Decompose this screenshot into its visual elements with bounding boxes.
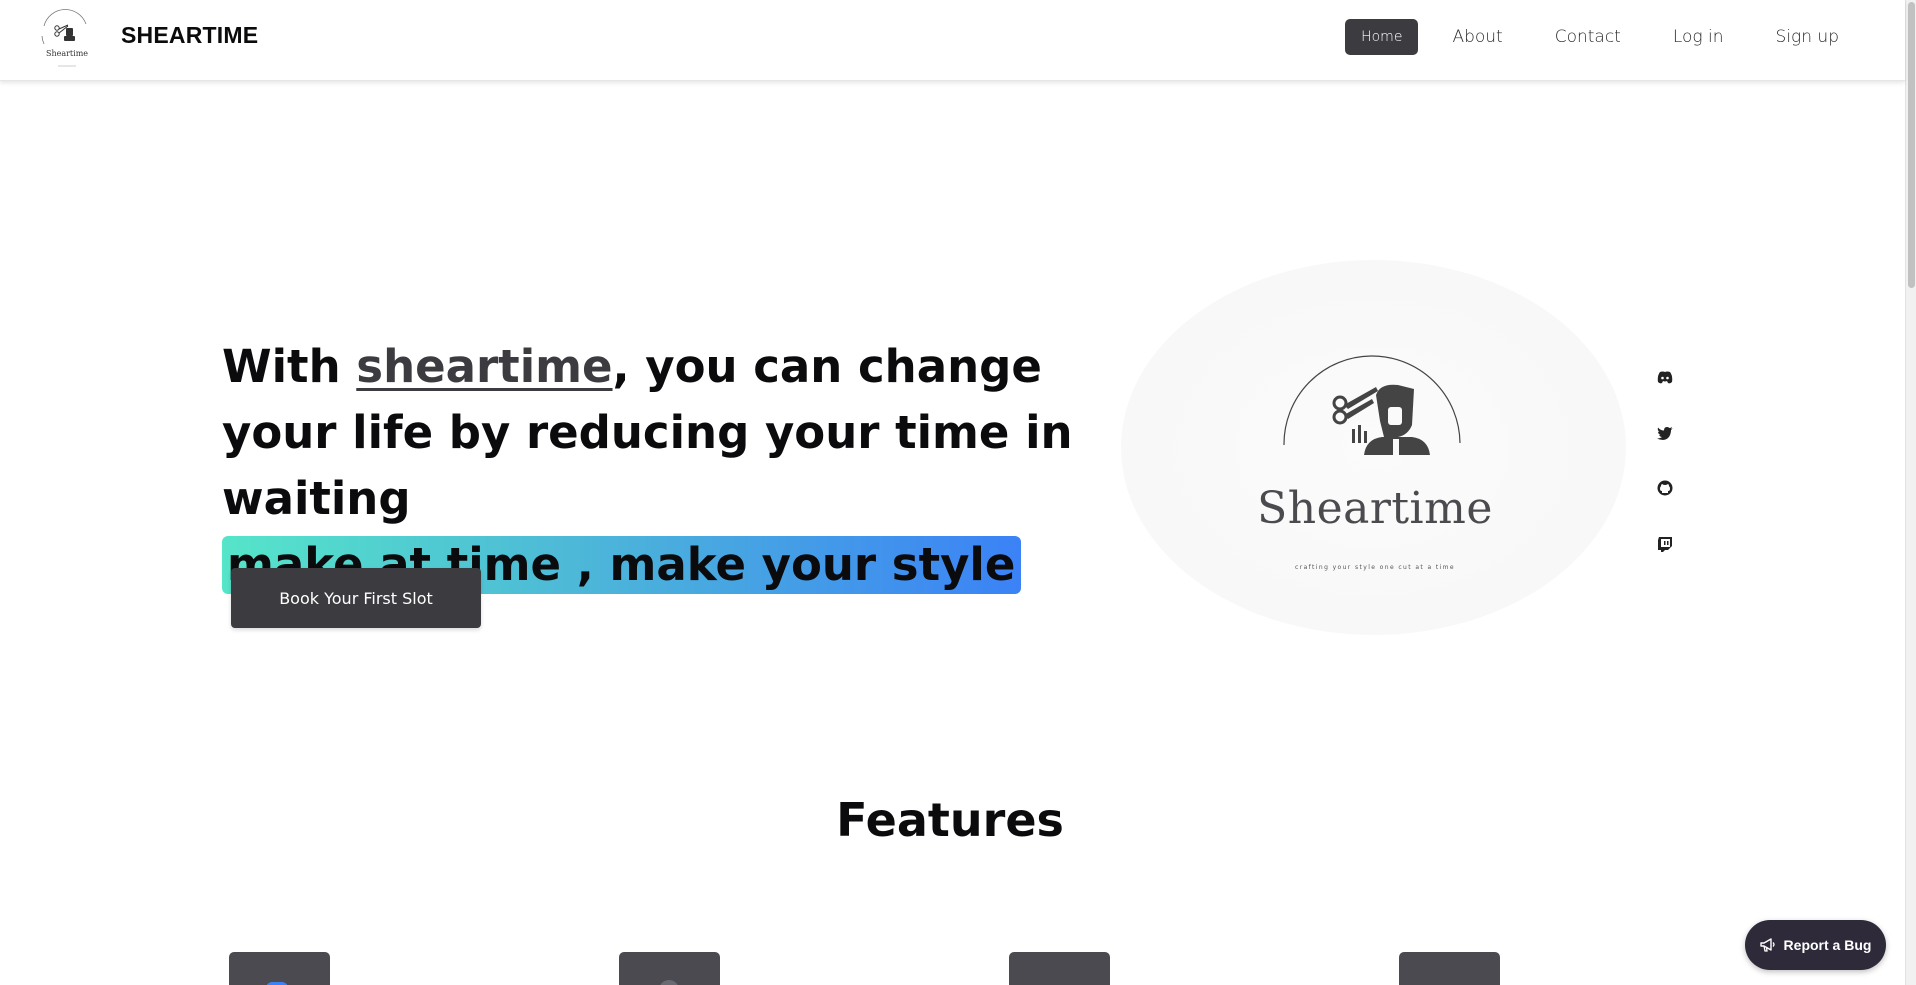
report-bug-button[interactable]: Report a Bug bbox=[1745, 920, 1886, 970]
site-header: Sheartime SHEARTIME Home About Contact L… bbox=[0, 0, 1905, 81]
hero-logo-tagline: crafting your style one cut at a time bbox=[1295, 564, 1455, 571]
svg-text:Sheartime: Sheartime bbox=[46, 49, 88, 58]
hero-title-highlight: sheartime bbox=[356, 340, 613, 393]
feature-card bbox=[1399, 952, 1500, 985]
megaphone-icon bbox=[1759, 938, 1775, 952]
github-icon[interactable] bbox=[1655, 478, 1675, 498]
discord-icon[interactable] bbox=[1655, 367, 1675, 387]
header-logo[interactable]: Sheartime bbox=[28, 6, 106, 74]
nav-contact[interactable]: Contact bbox=[1537, 19, 1639, 55]
feature-card bbox=[619, 952, 720, 985]
feature-icon bbox=[659, 980, 679, 985]
scrollbar-thumb[interactable] bbox=[1908, 2, 1915, 288]
main-nav: Home About Contact Log in Sign up bbox=[1345, 19, 1857, 55]
feature-card bbox=[1009, 952, 1110, 985]
book-first-slot-button[interactable]: Book Your First Slot bbox=[231, 568, 481, 628]
nav-login[interactable]: Log in bbox=[1655, 19, 1742, 55]
hero-logo-icon bbox=[1283, 355, 1461, 455]
twitter-icon[interactable] bbox=[1655, 423, 1675, 443]
hero-logo-name: Sheartime bbox=[1257, 483, 1493, 534]
features-heading: Features bbox=[836, 793, 1064, 847]
hero-title-prefix: With bbox=[222, 340, 357, 393]
hero-title: With sheartime, you can change your life… bbox=[222, 334, 1122, 598]
nav-signup[interactable]: Sign up bbox=[1758, 19, 1857, 55]
page-scrollbar[interactable] bbox=[1905, 0, 1916, 985]
nav-home[interactable]: Home bbox=[1345, 19, 1419, 55]
logo-icon: Sheartime bbox=[41, 9, 88, 67]
feature-card bbox=[229, 952, 330, 985]
nav-about[interactable]: About bbox=[1434, 19, 1520, 55]
twitch-icon[interactable] bbox=[1655, 534, 1675, 554]
brand-name[interactable]: SHEARTIME bbox=[121, 22, 258, 49]
report-bug-label: Report a Bug bbox=[1783, 937, 1872, 953]
